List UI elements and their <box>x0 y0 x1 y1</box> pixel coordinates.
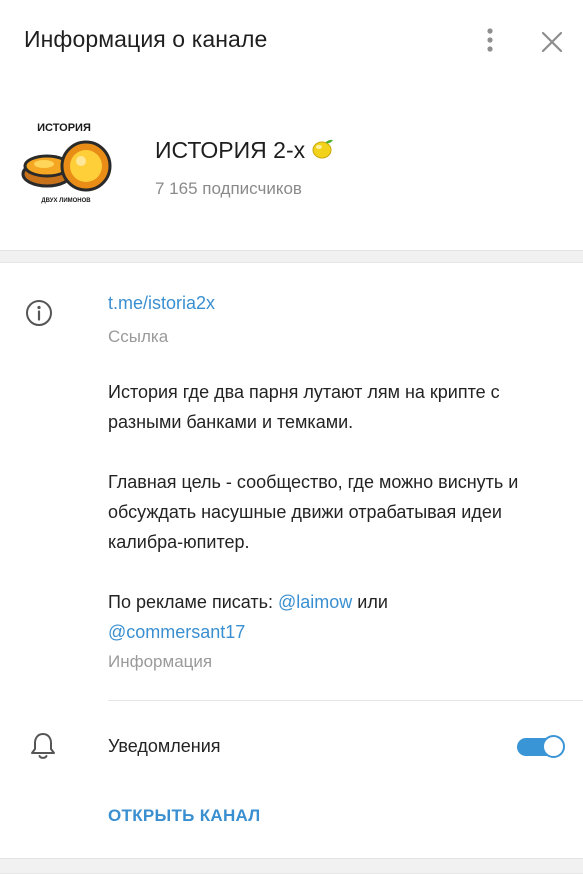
channel-avatar[interactable]: ИСТОРИЯ ДВУХ ЛИМОНОВ <box>14 114 114 214</box>
channel-name-text: ИСТОРИЯ 2-х <box>155 137 306 163</box>
divider <box>108 700 583 701</box>
channel-profile: ИСТОРИЯ ДВУХ ЛИМОНОВ ИСТОРИЯ 2-х 7 165 п… <box>0 84 583 250</box>
info-icon <box>24 298 54 328</box>
link-caption: Ссылка <box>108 327 169 346</box>
description-paragraph-contacts: По рекламе писать: @laimow или @commersa… <box>108 587 568 647</box>
avatar-logo-text-bottom: ДВУХ ЛИМОНОВ <box>41 198 91 204</box>
kebab-menu-icon[interactable] <box>478 26 502 56</box>
description-paragraph: Главная цель - сообщество, где можно вис… <box>108 472 519 552</box>
notifications-label: Уведомления <box>108 736 221 756</box>
panel-header: Информация о канале <box>0 0 583 84</box>
bell-icon <box>28 730 58 762</box>
close-icon[interactable] <box>538 28 566 56</box>
channel-description: История где два парня лутают лям на крип… <box>108 377 568 647</box>
section-separator <box>0 858 583 874</box>
section-separator <box>0 250 583 263</box>
avatar-logo-text-top: ИСТОРИЯ <box>37 122 91 134</box>
mention-link-commersant17[interactable]: @commersant17 <box>108 622 245 642</box>
channel-link[interactable]: t.me/istoria2x <box>108 293 215 314</box>
subscriber-count: 7 165 подписчиков <box>155 179 302 198</box>
toggle-knob <box>542 735 565 758</box>
ad-contact-or: или <box>352 592 388 612</box>
notifications-toggle[interactable] <box>517 735 565 758</box>
channel-name: ИСТОРИЯ 2-х <box>155 137 335 167</box>
description-caption: Информация <box>108 652 213 671</box>
description-paragraph: История где два парня лутают лям на крип… <box>108 382 500 432</box>
panel-title: Информация о канале <box>24 26 268 52</box>
open-channel-button[interactable]: ОТКРЫТЬ КАНАЛ <box>108 806 261 826</box>
mention-link-laimow[interactable]: @laimow <box>278 592 352 612</box>
ad-contact-prefix: По рекламе писать: <box>108 592 278 612</box>
lemon-icon <box>309 137 335 167</box>
